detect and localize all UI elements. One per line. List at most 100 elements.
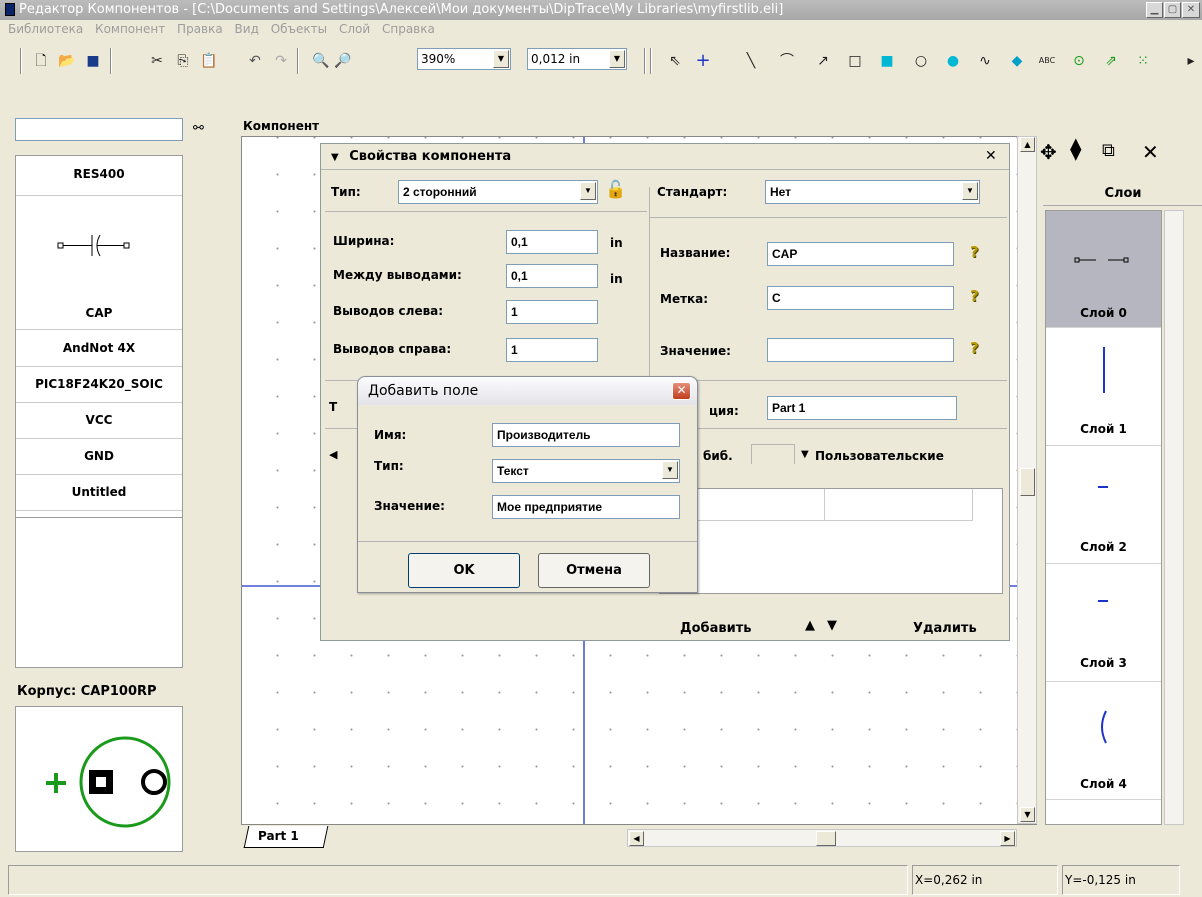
list-item[interactable]: Untitled: [16, 475, 182, 511]
close-icon[interactable]: ✕: [672, 382, 691, 400]
arc-icon[interactable]: ⌒: [776, 50, 798, 72]
layers-list[interactable]: Слой 0 Слой 1 Слой 2 Слой 3 Слой 4: [1045, 210, 1162, 825]
canvas-horizontal-scrollbar[interactable]: ◀ ▶: [627, 829, 1017, 847]
layer-item-selected[interactable]: Слой 0: [1046, 211, 1161, 328]
vertical-scroll-thumb[interactable]: [1020, 468, 1035, 496]
layer-item[interactable]: Слой 2: [1046, 447, 1161, 564]
component-search-input[interactable]: [15, 118, 183, 141]
list-item-selected[interactable]: CAP: [16, 196, 182, 330]
scroll-down-icon[interactable]: ▼: [1020, 807, 1035, 822]
tab-scroll-left-icon[interactable]: ◀: [329, 448, 337, 461]
horizontal-scroll-thumb[interactable]: [816, 831, 836, 846]
cut-icon[interactable]: ✂: [146, 50, 168, 72]
delete-icon[interactable]: ✕: [1142, 140, 1159, 164]
help-question-icon[interactable]: ?: [970, 243, 982, 261]
add-pin-icon[interactable]: +: [692, 50, 714, 72]
arrow-icon[interactable]: ↗: [812, 50, 834, 72]
layers-scrollbar[interactable]: [1164, 210, 1184, 825]
component-list[interactable]: RES400 CAP AndNot 4X PIC18F24K20_SOIC VC…: [15, 155, 183, 518]
line-icon[interactable]: ╲: [740, 50, 762, 72]
close-window-button[interactable]: ✕: [1182, 2, 1200, 18]
menu-edit[interactable]: Правка: [177, 22, 223, 36]
origin-icon[interactable]: ⊙: [1068, 50, 1090, 72]
ref-input[interactable]: C: [767, 286, 954, 310]
name-input[interactable]: CAP: [767, 242, 954, 266]
align-icon[interactable]: ⧉: [1102, 140, 1115, 161]
zoom-in-icon[interactable]: 🔍: [310, 50, 332, 72]
list-item[interactable]: RES400: [16, 156, 182, 196]
collapse-triangle-icon[interactable]: ▼: [331, 152, 339, 163]
save-icon[interactable]: ■: [82, 50, 104, 72]
width-input[interactable]: 0,1: [506, 230, 598, 254]
move-up-icon[interactable]: ▲: [805, 618, 815, 633]
up-down-icon[interactable]: ▲ ▼: [1070, 136, 1082, 162]
field-type-select[interactable]: Текст ▼: [492, 459, 680, 483]
type-select[interactable]: 2 сторонний ▼: [398, 180, 598, 204]
layer-item[interactable]: Слой 3: [1046, 565, 1161, 682]
add-field-button[interactable]: Добавить: [680, 621, 751, 636]
pin-placer-icon[interactable]: ⇗: [1100, 50, 1122, 72]
binoculars-search-icon[interactable]: ⚯: [193, 121, 204, 136]
lock-icon[interactable]: 🔓: [605, 180, 626, 200]
toolbar-more-icon[interactable]: ▸: [1180, 50, 1202, 72]
scroll-up-icon[interactable]: ▲: [1020, 137, 1035, 152]
list-item[interactable]: AndNot 4X: [16, 331, 182, 367]
pointer-icon[interactable]: ⇖: [664, 50, 686, 72]
polyline-icon[interactable]: ∿: [974, 50, 996, 72]
open-folder-icon[interactable]: 📂: [56, 50, 78, 72]
menu-objects[interactable]: Объекты: [271, 22, 327, 36]
custom-fields-table[interactable]: [659, 488, 1003, 594]
copy-icon[interactable]: ⎘: [172, 50, 194, 72]
minimize-button[interactable]: ▁: [1146, 2, 1163, 18]
menu-layer[interactable]: Слой: [339, 22, 370, 36]
menu-component[interactable]: Компонент: [95, 22, 165, 36]
move-down-icon[interactable]: ▼: [827, 618, 837, 633]
redo-icon[interactable]: ↷: [270, 50, 292, 72]
canvas-vertical-scrollbar[interactable]: ▲ ▼: [1017, 136, 1037, 824]
part-name-input[interactable]: Part 1: [767, 396, 957, 420]
list-item[interactable]: VCC: [16, 403, 182, 439]
zoom-select[interactable]: 390% ▼: [417, 48, 511, 70]
paste-icon[interactable]: 📋: [198, 50, 220, 72]
field-type-value: Текст: [497, 464, 529, 478]
menu-library[interactable]: Библиотека: [8, 22, 83, 36]
undo-icon[interactable]: ↶: [244, 50, 266, 72]
text-icon[interactable]: ABC: [1036, 50, 1058, 72]
standard-select[interactable]: Нет ▼: [765, 180, 980, 204]
table-cell[interactable]: [825, 489, 973, 521]
layer-item[interactable]: Слой 1: [1046, 329, 1161, 446]
filled-ellipse-icon[interactable]: ●: [942, 50, 964, 72]
zoom-fit-icon[interactable]: 🔎: [332, 50, 354, 72]
tab-blank[interactable]: [751, 444, 795, 464]
scroll-right-icon[interactable]: ▶: [1000, 831, 1015, 846]
tab-library-fields[interactable]: биб.: [703, 449, 733, 463]
pins-left-input[interactable]: 1: [506, 300, 598, 324]
grid-select[interactable]: 0,012 in ▼: [527, 48, 627, 70]
menu-help[interactable]: Справка: [382, 22, 435, 36]
delete-field-button[interactable]: Удалить: [913, 621, 977, 636]
scroll-left-icon[interactable]: ◀: [629, 831, 644, 846]
layer-item[interactable]: Слой 4: [1046, 683, 1161, 800]
ok-button[interactable]: OK: [408, 553, 520, 588]
polygon-icon[interactable]: ◆: [1006, 50, 1028, 72]
pin-spacing-input[interactable]: 0,1: [506, 264, 598, 288]
ellipse-icon[interactable]: ○: [910, 50, 932, 72]
field-value-input[interactable]: Мое предприятие: [492, 495, 680, 519]
move-icon[interactable]: ✥: [1040, 140, 1057, 164]
value-input[interactable]: [767, 338, 954, 362]
filled-rectangle-icon[interactable]: ■: [876, 50, 898, 72]
menu-view[interactable]: Вид: [235, 22, 259, 36]
maximize-button[interactable]: ▢: [1164, 2, 1181, 18]
field-name-input[interactable]: Производитель: [492, 423, 680, 447]
help-question-icon[interactable]: ?: [970, 287, 982, 305]
list-item[interactable]: GND: [16, 439, 182, 475]
new-file-icon[interactable]: 🗋: [30, 50, 52, 72]
list-item[interactable]: PIC18F24K20_SOIC: [16, 367, 182, 403]
cancel-button[interactable]: Отмена: [538, 553, 650, 588]
pins-right-input[interactable]: 1: [506, 338, 598, 362]
close-icon[interactable]: ✕: [985, 148, 997, 164]
help-question-icon[interactable]: ?: [970, 339, 982, 357]
rectangle-icon[interactable]: □: [844, 50, 866, 72]
tab-custom-fields[interactable]: Пользовательские: [815, 449, 944, 463]
pin-matrix-icon[interactable]: ⁙: [1132, 50, 1154, 72]
